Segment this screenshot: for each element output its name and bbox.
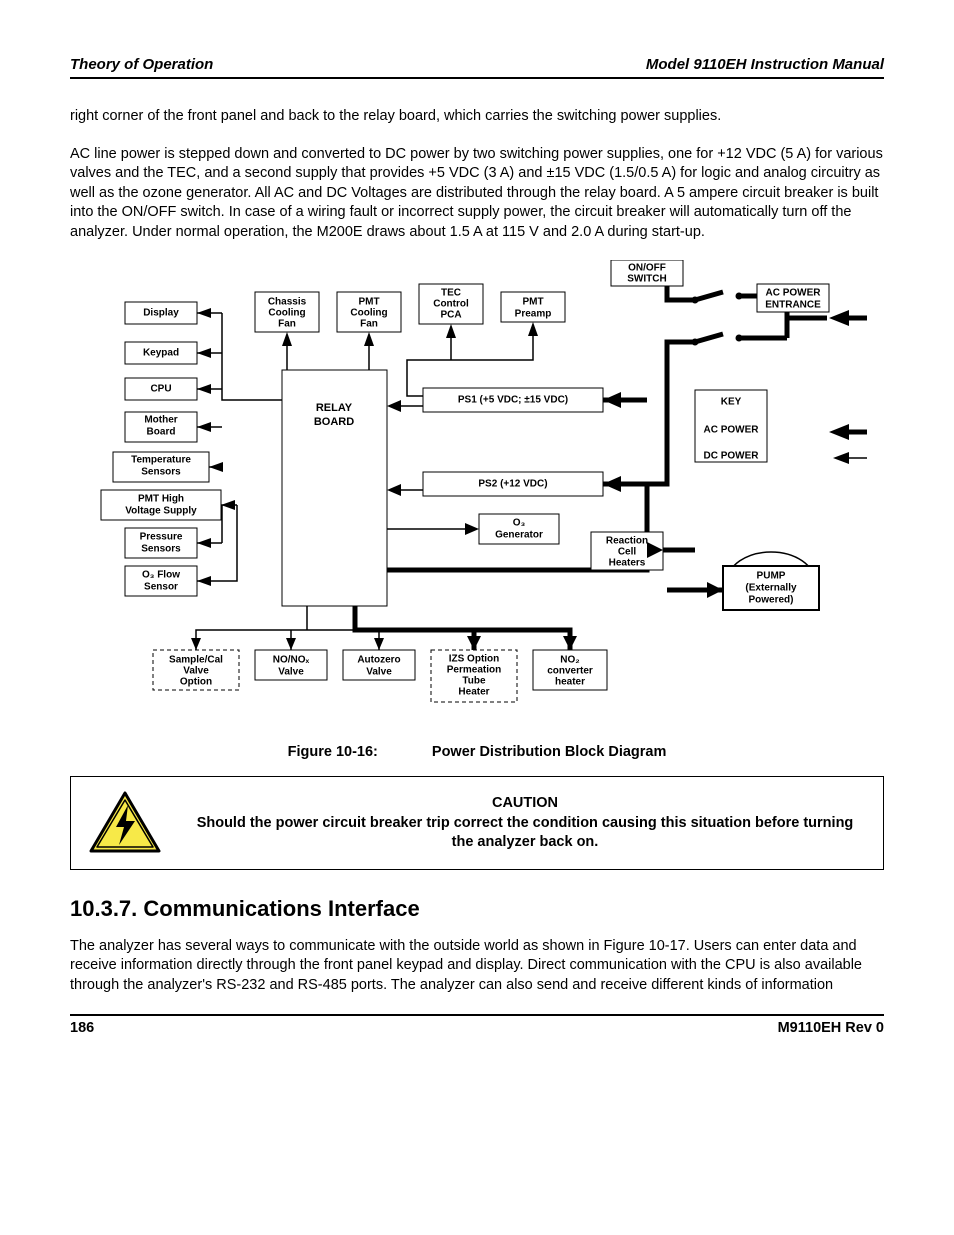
section-number: 10.3.7. — [70, 896, 137, 921]
svg-text:BOARD: BOARD — [314, 416, 354, 428]
svg-text:(Externally: (Externally — [745, 583, 797, 594]
svg-text:Tube: Tube — [462, 676, 486, 687]
section-heading: 10.3.7. Communications Interface — [70, 896, 884, 922]
svg-text:Sensors: Sensors — [141, 544, 181, 555]
caution-heading: CAUTION — [185, 794, 865, 814]
caution-box: CAUTION Should the power circuit breaker… — [70, 776, 884, 870]
svg-text:Valve: Valve — [278, 667, 304, 678]
header-right: Model 9110EH Instruction Manual — [646, 56, 884, 73]
svg-text:Display: Display — [143, 308, 179, 319]
page-number: 186 — [70, 1020, 94, 1036]
svg-text:PMT High: PMT High — [138, 494, 184, 505]
svg-text:AC POWER: AC POWER — [766, 288, 822, 299]
section-title: Communications Interface — [143, 896, 419, 921]
svg-text:PCA: PCA — [440, 310, 461, 321]
svg-text:Heaters: Heaters — [609, 558, 646, 569]
svg-text:Reaction: Reaction — [606, 536, 648, 547]
svg-text:ENTRANCE: ENTRANCE — [765, 300, 821, 311]
svg-text:Autozero: Autozero — [357, 655, 400, 666]
svg-text:Powered): Powered) — [748, 595, 793, 606]
svg-text:IZS Option: IZS Option — [449, 654, 500, 665]
svg-text:Pressure: Pressure — [140, 532, 183, 543]
svg-text:Cooling: Cooling — [268, 308, 305, 319]
svg-text:Control: Control — [433, 299, 469, 310]
svg-text:Voltage Supply: Voltage Supply — [125, 506, 197, 517]
svg-text:PUMP: PUMP — [757, 571, 786, 582]
svg-text:PMT: PMT — [522, 297, 543, 308]
page-header: Theory of Operation Model 9110EH Instruc… — [70, 56, 884, 79]
svg-text:CPU: CPU — [150, 384, 171, 395]
figure-caption: Figure 10-16: Power Distribution Block D… — [70, 744, 884, 760]
svg-text:PMT: PMT — [358, 297, 379, 308]
svg-text:SWITCH: SWITCH — [627, 274, 666, 285]
svg-text:RELAY: RELAY — [316, 402, 353, 414]
svg-text:PS1 (+5 VDC; ±15 VDC): PS1 (+5 VDC; ±15 VDC) — [458, 395, 568, 406]
doc-revision: M9110EH Rev 0 — [778, 1020, 884, 1036]
svg-text:NO/NOₓ: NO/NOₓ — [273, 655, 310, 666]
svg-text:Chassis: Chassis — [268, 297, 307, 308]
paragraph-communications: The analyzer has several ways to communi… — [70, 937, 884, 996]
svg-text:Keypad: Keypad — [143, 348, 179, 359]
svg-text:TEC: TEC — [441, 288, 461, 299]
svg-text:Sensor: Sensor — [144, 582, 178, 593]
figure-label: Figure 10-16: — [288, 744, 378, 760]
page-footer: 186 M9110EH Rev 0 — [70, 1014, 884, 1036]
svg-text:Valve: Valve — [366, 667, 392, 678]
svg-text:Sample/Cal: Sample/Cal — [169, 655, 223, 666]
paragraph-power-description: AC line power is stepped down and conver… — [70, 145, 884, 243]
svg-text:Temperature: Temperature — [131, 455, 191, 466]
svg-text:Valve: Valve — [183, 666, 209, 677]
svg-text:converter: converter — [547, 666, 593, 677]
svg-text:Option: Option — [180, 677, 212, 688]
svg-text:KEY: KEY — [721, 397, 742, 408]
svg-text:ON/OFF: ON/OFF — [628, 263, 666, 274]
svg-text:O₃: O₃ — [513, 518, 526, 529]
power-distribution-diagram: Display Keypad CPU MotherBoard Temperatu… — [87, 260, 867, 730]
svg-text:NO₂: NO₂ — [560, 655, 579, 666]
svg-text:heater: heater — [555, 677, 585, 688]
header-left: Theory of Operation — [70, 56, 213, 73]
svg-text:Cell: Cell — [618, 547, 637, 558]
svg-text:O₃ Flow: O₃ Flow — [142, 570, 180, 581]
paragraph-continuation: right corner of the front panel and back… — [70, 107, 884, 127]
svg-text:PS2 (+12 VDC): PS2 (+12 VDC) — [478, 479, 547, 490]
svg-text:Preamp: Preamp — [515, 309, 552, 320]
svg-text:Heater: Heater — [458, 687, 489, 698]
svg-text:Board: Board — [147, 427, 176, 438]
svg-text:Mother: Mother — [144, 415, 177, 426]
svg-text:DC POWER: DC POWER — [704, 451, 760, 462]
caution-body: Should the power circuit breaker trip co… — [185, 814, 865, 853]
figure-title: Power Distribution Block Diagram — [432, 744, 666, 760]
svg-text:Sensors: Sensors — [141, 467, 181, 478]
svg-text:Fan: Fan — [360, 319, 378, 330]
svg-text:Fan: Fan — [278, 319, 296, 330]
svg-text:AC POWER: AC POWER — [704, 425, 760, 436]
svg-text:Cooling: Cooling — [350, 308, 387, 319]
electrical-hazard-icon — [89, 791, 161, 855]
svg-text:Generator: Generator — [495, 530, 543, 541]
svg-text:Permeation: Permeation — [447, 665, 501, 676]
